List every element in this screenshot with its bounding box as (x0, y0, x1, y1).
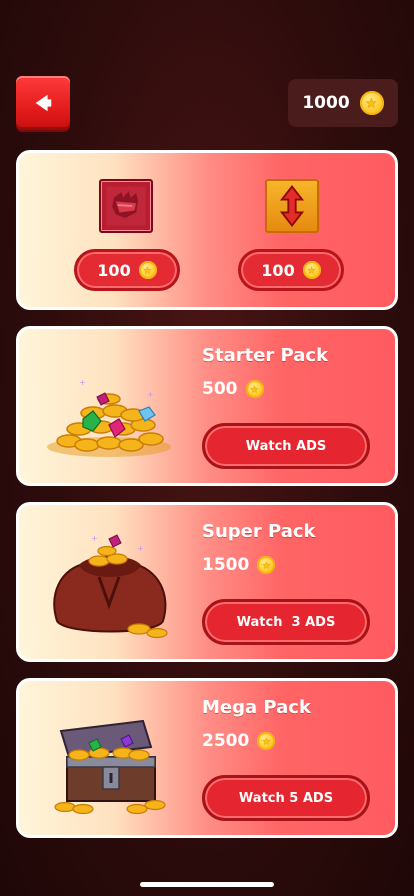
mega-pack-card: Mega Pack 2500 Watch 5 ADS (16, 678, 398, 838)
powerup-price-button[interactable]: 100 (238, 249, 344, 291)
glove-powerup-icon[interactable] (99, 179, 153, 233)
pack-title: Super Pack (202, 521, 316, 542)
svg-text:+: + (147, 390, 154, 399)
watch-ads-button[interactable]: Watch 3 ADS (202, 599, 370, 645)
coin-icon (138, 261, 157, 279)
powerup-price-button[interactable]: 100 (74, 249, 180, 291)
powerups-card: 100 100 (16, 150, 398, 310)
powerup-price-value: 100 (261, 260, 295, 280)
pack-price: 500 (202, 379, 264, 399)
coin-icon (359, 91, 384, 115)
coin-icon (245, 380, 264, 398)
pack-price-value: 500 (202, 379, 238, 399)
coin-balance: 1000 (288, 79, 398, 127)
treasure-chest-image (54, 719, 166, 815)
pack-title: Starter Pack (202, 345, 329, 366)
watch-ads-button[interactable]: Watch 5 ADS (202, 775, 370, 821)
pack-price: 1500 (202, 555, 276, 575)
pack-price: 2500 (202, 731, 276, 751)
home-indicator[interactable] (140, 882, 274, 887)
coin-icon (302, 261, 321, 279)
coin-icon (257, 732, 276, 750)
back-button[interactable] (16, 76, 70, 130)
pack-title: Mega Pack (202, 697, 311, 718)
super-pack-card: + + Super Pack 1500 Watch 3 ADS (16, 502, 398, 662)
powerup-price-value: 100 (97, 260, 131, 280)
pack-price-value: 2500 (202, 731, 250, 751)
svg-text:+: + (137, 544, 144, 553)
svg-text:+: + (79, 378, 86, 387)
coin-balance-value: 1000 (302, 93, 350, 113)
coin-icon (257, 556, 276, 574)
back-arrow-icon (35, 94, 52, 112)
pack-price-value: 1500 (202, 555, 250, 575)
coins-and-gems-pile-image: + + (47, 378, 171, 457)
vertical-arrows-powerup-icon[interactable] (265, 179, 319, 233)
svg-text:+: + (91, 534, 98, 543)
coin-sack-image: + + (53, 534, 168, 639)
watch-ads-button[interactable]: Watch ADS (202, 423, 370, 469)
starter-pack-card: + + Starter Pack 500 Watch ADS (16, 326, 398, 486)
